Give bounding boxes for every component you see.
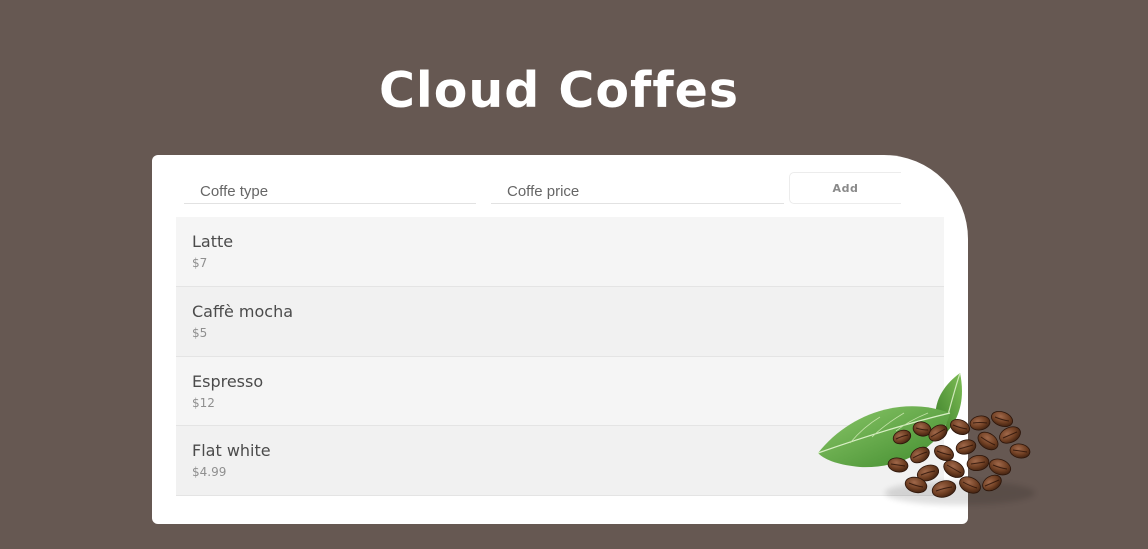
coffee-type-input[interactable] <box>184 171 476 204</box>
page-title: Cloud Coffes <box>378 62 740 119</box>
coffee-name: Caffè mocha <box>192 301 294 321</box>
coffee-price: $5 <box>192 325 208 340</box>
coffee-beans-illustration <box>817 372 1035 505</box>
coffee-price: $7 <box>192 256 208 270</box>
coffee-price-input[interactable] <box>491 171 784 204</box>
list-item[interactable]: Latte $7 <box>176 217 944 287</box>
coffee-name: Latte <box>192 232 234 251</box>
add-coffee-form: Add <box>176 171 944 219</box>
add-button[interactable]: Add <box>789 172 901 204</box>
page: Cloud Coffes Add Latte $7 Caffè mocha $5… <box>0 0 1148 549</box>
list-item[interactable]: Caffè mocha $5 <box>176 286 944 357</box>
